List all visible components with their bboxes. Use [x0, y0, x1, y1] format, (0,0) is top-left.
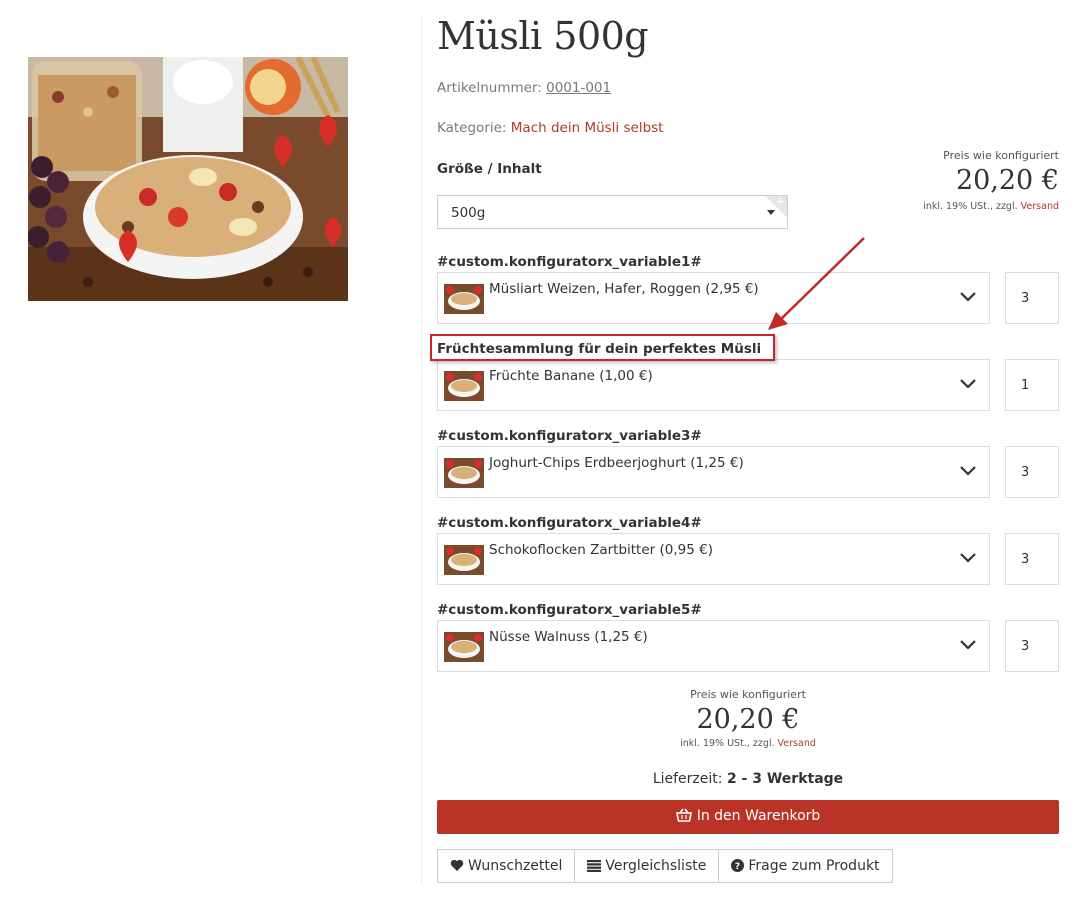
annotation-highlight-box — [430, 334, 775, 361]
quantity-input[interactable]: 3 — [1005, 620, 1059, 672]
option-selected-value: Schokoflocken Zartbitter (0,95 €) — [489, 542, 713, 558]
question-label: Frage zum Produkt — [748, 858, 880, 874]
heart-icon — [450, 859, 464, 871]
option-thumbnail — [444, 458, 484, 488]
quantity-input[interactable]: 3 — [1005, 446, 1059, 498]
option-selected-value: Nüsse Walnuss (1,25 €) — [489, 629, 648, 645]
compare-label: Vergleichsliste — [605, 858, 707, 874]
product-image[interactable] — [28, 57, 348, 301]
option-select[interactable]: Schokoflocken Zartbitter (0,95 €) — [437, 533, 990, 585]
list-icon — [587, 860, 602, 872]
size-label: Größe / Inhalt — [437, 161, 542, 177]
chevron-down-icon — [960, 466, 976, 476]
quantity-input[interactable]: 1 — [1005, 359, 1059, 411]
delivery-time: Lieferzeit: 2 - 3 Werktage — [437, 771, 1059, 787]
add-to-cart-label: In den Warenkorb — [696, 808, 821, 824]
sku-label: Artikelnummer: — [437, 80, 542, 96]
option-thumbnail — [444, 632, 484, 662]
quantity-input[interactable]: 3 — [1005, 272, 1059, 324]
delivery-label: Lieferzeit: — [652, 771, 723, 787]
chevron-down-icon — [960, 292, 976, 302]
option-label: #custom.konfiguratorx_variable3# — [437, 428, 702, 444]
category-label: Kategorie: — [437, 120, 507, 136]
option-thumbnail — [444, 284, 484, 314]
tax-note: inkl. 19% USt., zzgl. Versand — [437, 738, 1059, 749]
chevron-down-icon — [960, 553, 976, 563]
category-link[interactable]: Mach dein Müsli selbst — [511, 120, 664, 136]
price-box-top: Preis wie konfiguriert 20,20 € inkl. 19%… — [923, 149, 1059, 212]
caret-down-icon — [767, 210, 775, 215]
tax-text: inkl. 19% USt., zzgl. — [923, 201, 1018, 212]
option-select[interactable]: Müsliart Weizen, Hafer, Roggen (2,95 €) — [437, 272, 990, 324]
chevron-down-icon — [960, 640, 976, 650]
sku-line: Artikelnummer: 0001-001 — [437, 80, 611, 96]
svg-text:?: ? — [735, 862, 740, 872]
wishlist-button[interactable]: Wunschzettel — [438, 850, 574, 882]
size-selected-value: 500g — [451, 205, 486, 221]
category-line: Kategorie: Mach dein Müsli selbst — [437, 120, 663, 136]
price-amount: 20,20 € — [955, 165, 1059, 196]
shipping-link[interactable]: Versand — [778, 738, 816, 749]
tax-note: inkl. 19% USt., zzgl. Versand — [923, 201, 1059, 212]
option-label: #custom.konfiguratorx_variable1# — [437, 254, 702, 270]
wishlist-label: Wunschzettel — [468, 858, 563, 874]
product-title: Müsli 500g — [437, 14, 649, 58]
option-select[interactable]: Früchte Banane (1,00 €) — [437, 359, 990, 411]
option-thumbnail — [444, 545, 484, 575]
option-select[interactable]: Joghurt-Chips Erdbeerjoghurt (1,25 €) — [437, 446, 990, 498]
size-select[interactable]: 500g + — [437, 195, 788, 229]
price-box-bottom: Preis wie konfiguriert 20,20 € inkl. 19%… — [437, 688, 1059, 749]
option-select[interactable]: Nüsse Walnuss (1,25 €) — [437, 620, 990, 672]
question-circle-icon: ? — [731, 859, 745, 872]
price-caption: Preis wie konfiguriert — [943, 149, 1059, 162]
question-button[interactable]: ? Frage zum Produkt — [718, 850, 891, 882]
option-selected-value: Joghurt-Chips Erdbeerjoghurt (1,25 €) — [489, 455, 744, 471]
chevron-down-icon — [960, 379, 976, 389]
delivery-value: 2 - 3 Werktage — [726, 771, 844, 787]
price-caption: Preis wie konfiguriert — [690, 688, 806, 701]
plus-icon: + — [775, 195, 785, 208]
sku-link[interactable]: 0001-001 — [546, 80, 611, 96]
quantity-input[interactable]: 3 — [1005, 533, 1059, 585]
price-amount: 20,20 € — [696, 704, 800, 735]
secondary-actions: Wunschzettel Vergleichsliste ? Frage zum… — [437, 849, 893, 883]
option-selected-value: Müsliart Weizen, Hafer, Roggen (2,95 €) — [489, 281, 759, 297]
shipping-link[interactable]: Versand — [1021, 201, 1059, 212]
column-divider — [421, 18, 422, 884]
option-thumbnail — [444, 371, 484, 401]
option-label: #custom.konfiguratorx_variable5# — [437, 602, 702, 618]
option-selected-value: Früchte Banane (1,00 €) — [489, 368, 653, 384]
option-label: #custom.konfiguratorx_variable4# — [437, 515, 702, 531]
basket-icon — [675, 808, 692, 822]
compare-button[interactable]: Vergleichsliste — [574, 850, 718, 882]
tax-text: inkl. 19% USt., zzgl. — [680, 738, 775, 749]
add-to-cart-button[interactable]: In den Warenkorb — [437, 800, 1059, 834]
